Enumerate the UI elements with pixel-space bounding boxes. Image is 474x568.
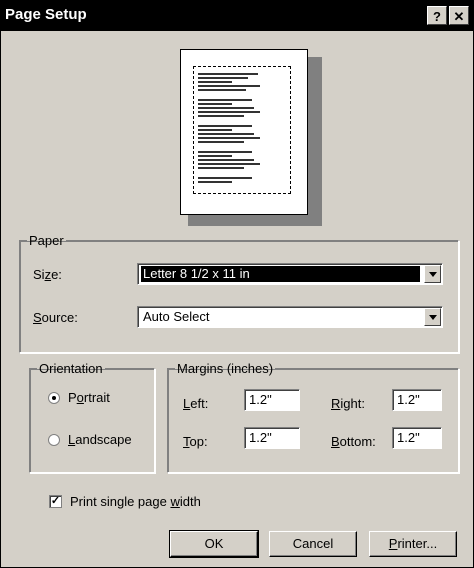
portrait-radio[interactable] (48, 392, 60, 404)
bottom-margin-label: Bottom: (331, 434, 376, 449)
help-button[interactable]: ? (427, 6, 447, 25)
portrait-label[interactable]: Portrait (68, 390, 110, 405)
left-margin-input[interactable]: 1.2" (244, 389, 300, 411)
chevron-down-icon[interactable] (424, 265, 441, 283)
paper-legend: Paper (29, 233, 64, 248)
dialog-title: Page Setup (5, 6, 87, 23)
left-margin-label: Left: (183, 396, 209, 411)
landscape-radio[interactable] (48, 434, 60, 446)
top-margin-label: Top: (183, 434, 208, 449)
orientation-group: Orientation (29, 361, 155, 473)
page-preview (180, 49, 308, 215)
margins-group: Margins (inches) (167, 361, 459, 473)
page-setup-dialog: Page Setup ? ✕ Paper Size: Letter 8 1/2 … (0, 0, 474, 568)
title-bar: Page Setup ? ✕ (1, 1, 473, 31)
paper-group: Paper (19, 233, 459, 353)
close-button[interactable]: ✕ (449, 6, 469, 25)
source-label: Source: (33, 310, 78, 325)
cancel-button[interactable]: Cancel (269, 531, 357, 557)
checkmark-icon: ✓ (50, 495, 61, 507)
size-select-value: Letter 8 1/2 x 11 in (141, 266, 420, 282)
chevron-down-icon[interactable] (424, 308, 441, 326)
right-margin-label: Right: (331, 396, 365, 411)
top-margin-input[interactable]: 1.2" (244, 427, 300, 449)
printer-button[interactable]: Printer... (369, 531, 457, 557)
preview-margin-outline (193, 66, 291, 194)
ok-button[interactable]: OK (169, 530, 259, 558)
print-single-page-width-checkbox[interactable]: ✓ (49, 495, 62, 508)
landscape-label[interactable]: Landscape (68, 432, 132, 447)
size-select[interactable]: Letter 8 1/2 x 11 in (137, 263, 443, 285)
orientation-legend: Orientation (39, 361, 103, 376)
bottom-margin-input[interactable]: 1.2" (392, 427, 442, 449)
margins-legend: Margins (inches) (177, 361, 274, 376)
print-single-page-width-label[interactable]: Print single page width (70, 494, 201, 509)
right-margin-input[interactable]: 1.2" (392, 389, 442, 411)
source-select-value: Auto Select (143, 309, 210, 324)
source-select[interactable]: Auto Select (137, 306, 443, 328)
size-label: Size: (33, 267, 62, 282)
